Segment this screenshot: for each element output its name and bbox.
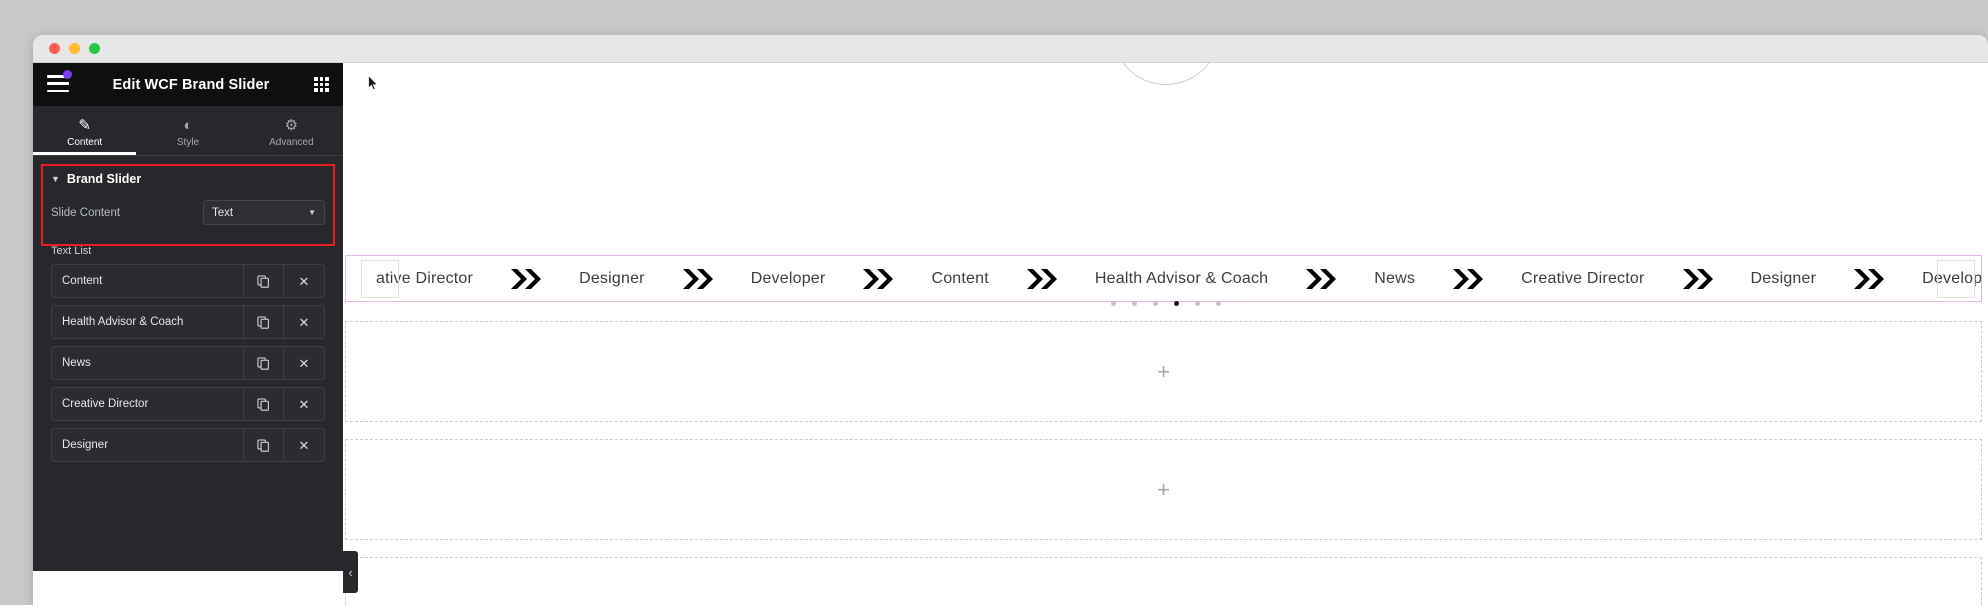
list-item-label[interactable]: Content [52,265,244,297]
slide-content-field: Slide Content Text ▼ [33,196,343,239]
slider-track: ative Director Designer Developer Conten… [346,267,1981,291]
notification-dot-icon [63,70,72,79]
pagination-dot-active[interactable] [1173,301,1179,306]
pencil-icon: ✎ [78,116,91,134]
add-section-icon[interactable]: + [1157,360,1170,383]
double-chevron-right-icon [855,267,901,291]
browser-window: ative Director Designer Developer Conten… [33,35,1988,605]
add-section-icon[interactable]: + [1157,478,1170,501]
text-list-label: Text List [51,245,92,257]
contrast-icon: ◐ [183,116,193,134]
slide-item[interactable]: News [1344,270,1445,288]
double-chevron-right-icon [503,267,549,291]
remove-button[interactable]: ✕ [284,347,324,379]
drop-zone[interactable]: + [345,439,1982,540]
duplicate-icon[interactable] [244,265,284,297]
slide-content-select[interactable]: Text ▼ [203,200,325,225]
double-chevron-right-icon [1019,267,1065,291]
panel-collapse-button[interactable]: ‹ [343,551,358,593]
pagination-dot[interactable] [1215,301,1221,306]
drop-zone[interactable] [345,557,1982,605]
text-list: Content ✕ Health Advisor & Coach ✕ News … [33,264,343,462]
tab-style[interactable]: ◐ Style [136,106,239,155]
slider-end-outline [1937,260,1975,298]
panel-header: Edit WCF Brand Slider [33,63,343,106]
duplicate-icon[interactable] [244,306,284,338]
editor-panel: Edit WCF Brand Slider ✎ Content ◐ Style … [33,63,343,571]
slide-item[interactable]: Content [901,270,1018,288]
slide-item[interactable]: Developer [721,270,856,288]
brand-slider-widget[interactable]: ative Director Designer Developer Conten… [345,255,1982,302]
close-icon: ✕ [298,437,310,453]
minimize-window-button[interactable] [69,43,80,54]
double-chevron-right-icon [675,267,721,291]
close-window-button[interactable] [49,43,60,54]
remove-button[interactable]: ✕ [284,388,324,420]
slider-pagination[interactable] [343,301,1988,306]
pagination-dot[interactable] [1194,301,1200,306]
list-item-label[interactable]: Creative Director [52,388,244,420]
chevron-down-icon: ▼ [308,208,316,217]
close-icon: ✕ [298,273,310,289]
list-item[interactable]: Creative Director ✕ [51,387,325,421]
chevron-left-icon: ‹ [348,564,353,580]
section-title-label: Brand Slider [66,172,142,186]
grid-icon[interactable] [314,77,329,92]
remove-button[interactable]: ✕ [284,306,324,338]
close-icon: ✕ [298,396,310,412]
double-chevron-right-icon [1675,267,1721,291]
duplicate-icon[interactable] [244,388,284,420]
slide-item[interactable]: Designer [1721,270,1847,288]
list-item-label[interactable]: Health Advisor & Coach [52,306,244,338]
tab-label: Style [176,136,200,148]
slide-item[interactable]: Creative Director [1491,270,1674,288]
editor-canvas[interactable]: ative Director Designer Developer Conten… [343,63,1988,605]
close-icon: ✕ [298,314,310,330]
remove-button[interactable]: ✕ [284,265,324,297]
double-chevron-right-icon [1445,267,1491,291]
drop-zone[interactable]: + [345,321,1982,422]
tab-advanced[interactable]: ⚙ Advanced [240,106,343,155]
editor-body: ative Director Designer Developer Conten… [33,63,1988,605]
double-chevron-right-icon [1846,267,1892,291]
list-item[interactable]: News ✕ [51,346,325,380]
slide-content-value: Text [212,206,234,219]
list-item-label[interactable]: Designer [52,429,244,461]
section-header[interactable]: ▼ Brand Slider [33,156,343,196]
duplicate-icon[interactable] [244,347,284,379]
brand-slider-section: ▼ Brand Slider Slide Content Text ▼ Text… [33,156,343,462]
mouse-cursor-icon [368,75,379,91]
window-titlebar [33,35,1988,63]
slide-item[interactable]: Health Advisor & Coach [1065,270,1298,288]
list-item[interactable]: Designer ✕ [51,428,325,462]
chevron-down-icon: ▼ [51,174,60,184]
tab-label: Advanced [269,136,314,148]
duplicate-icon[interactable] [244,429,284,461]
pagination-dot[interactable] [1131,301,1137,306]
pagination-dot[interactable] [1110,301,1116,306]
list-item-label[interactable]: News [52,347,244,379]
list-item[interactable]: Health Advisor & Coach ✕ [51,305,325,339]
hover-outline [361,260,399,298]
tab-content[interactable]: ✎ Content [33,106,137,155]
maximize-window-button[interactable] [89,43,100,54]
double-chevron-right-icon [1298,267,1344,291]
slide-content-label: Slide Content [51,206,121,219]
tab-label: Content [67,136,103,148]
slide-item[interactable]: Designer [549,270,675,288]
list-item[interactable]: Content ✕ [51,264,325,298]
remove-button[interactable]: ✕ [284,429,324,461]
decorative-circle [1111,63,1220,85]
panel-tabs: ✎ Content ◐ Style ⚙ Advanced [33,106,343,156]
pagination-dot[interactable] [1152,301,1158,306]
close-icon: ✕ [298,355,310,371]
gear-icon: ⚙ [284,116,299,134]
panel-title: Edit WCF Brand Slider [112,76,270,93]
